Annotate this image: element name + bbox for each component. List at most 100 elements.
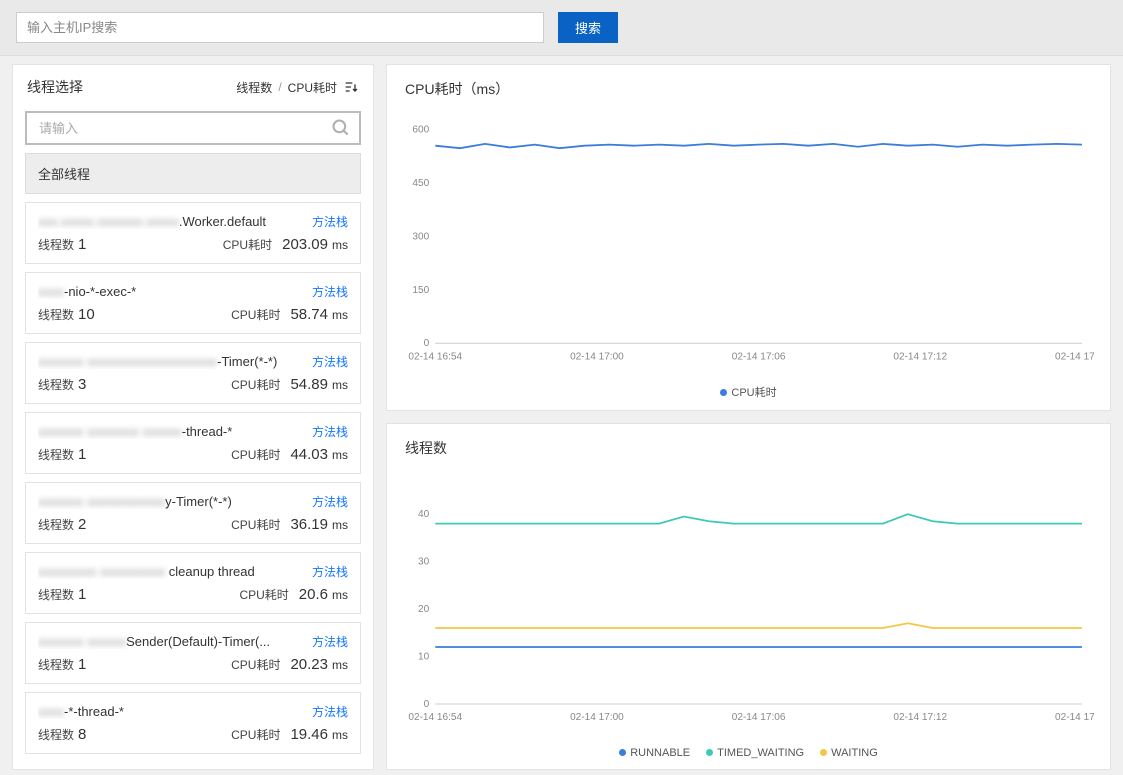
legend-item[interactable]: CPU耗时 xyxy=(720,384,776,400)
all-threads-item[interactable]: 全部线程 xyxy=(25,153,361,194)
thread-card[interactable]: xxxxxxx xxxxxxxxxxxxxxxxxxxx-Timer(*-*) 方… xyxy=(25,342,361,404)
thread-name: xxxx-nio-*-exec-* xyxy=(38,284,306,299)
cpu-time-value: 36.19 xyxy=(290,516,328,533)
cpu-time-value: 20.23 xyxy=(290,656,328,673)
legend-item[interactable]: TIMED_WAITING xyxy=(706,747,804,759)
cpu-time-label: CPU耗时 xyxy=(231,446,280,463)
cpu-unit: ms xyxy=(332,518,348,532)
cpu-time-value: 203.09 xyxy=(282,236,328,253)
thread-filter-input[interactable] xyxy=(25,111,361,145)
thread-count-label: 线程数 xyxy=(38,726,74,743)
svg-text:600: 600 xyxy=(412,125,429,136)
cpu-time-label: CPU耗时 xyxy=(231,306,280,323)
method-stack-link[interactable]: 方法栈 xyxy=(312,563,348,580)
tab-thread-count[interactable]: 线程数 xyxy=(236,79,272,96)
thread-count-label: 线程数 xyxy=(38,376,74,393)
svg-text:02-14 17:00: 02-14 17:00 xyxy=(570,351,624,362)
thread-count-value: 2 xyxy=(78,516,86,533)
method-stack-link[interactable]: 方法栈 xyxy=(312,493,348,510)
thread-card[interactable]: xxxxxxx xxxxxxxx xxxxxx-thread-* 方法栈线程数1 C… xyxy=(25,412,361,474)
host-ip-search-input[interactable] xyxy=(16,12,544,43)
svg-text:02-14 17:06: 02-14 17:06 xyxy=(732,712,786,723)
tab-cpu-time[interactable]: CPU耗时 xyxy=(288,79,337,96)
thread-count-value: 1 xyxy=(78,236,86,253)
thread-name: xxxxxxxxx xxxxxxxxxx cleanup thread xyxy=(38,564,306,579)
cpu-time-value: 58.74 xyxy=(290,306,328,323)
thread-name: xxxxxxx xxxxxxSender(Default)-Timer(... xyxy=(38,634,306,649)
svg-text:450: 450 xyxy=(412,178,429,189)
svg-text:02-14 16:54: 02-14 16:54 xyxy=(408,351,462,362)
sort-icon[interactable] xyxy=(343,79,359,95)
thread-count-value: 8 xyxy=(78,726,86,743)
svg-text:02-14 17:00: 02-14 17:00 xyxy=(570,712,624,723)
thread-count-value: 1 xyxy=(78,586,86,603)
cpu-unit: ms xyxy=(332,378,348,392)
cpu-time-label: CPU耗时 xyxy=(231,376,280,393)
svg-text:10: 10 xyxy=(418,652,430,663)
svg-text:0: 0 xyxy=(424,699,430,710)
method-stack-link[interactable]: 方法栈 xyxy=(312,283,348,300)
search-button[interactable]: 搜索 xyxy=(558,12,618,43)
legend-item[interactable]: RUNNABLE xyxy=(619,747,690,759)
svg-text:150: 150 xyxy=(412,285,429,296)
svg-text:02-14 17:12: 02-14 17:12 xyxy=(893,351,947,362)
thread-card[interactable]: xxxxxxxxx xxxxxxxxxx cleanup thread 方法栈线程… xyxy=(25,552,361,614)
svg-text:300: 300 xyxy=(412,231,429,242)
thread-name: xxxx-*-thread-* xyxy=(38,704,306,719)
cpu-time-value: 19.46 xyxy=(290,726,328,743)
cpu-time-label: CPU耗时 xyxy=(231,656,280,673)
cpu-chart-title: CPU耗时（ms） xyxy=(387,65,1110,105)
thread-count-label: 线程数 xyxy=(38,586,74,603)
thread-card[interactable]: xxx.xxxxx.xxxxxxx.xxxxx.Worker.default 方法… xyxy=(25,202,361,264)
thread-count-label: 线程数 xyxy=(38,516,74,533)
cpu-unit: ms xyxy=(332,658,348,672)
thread-count-value: 10 xyxy=(78,306,95,323)
cpu-time-value: 44.03 xyxy=(290,446,328,463)
svg-text:40: 40 xyxy=(418,509,430,520)
thread-name: xxxxxxx xxxxxxxx xxxxxx-thread-* xyxy=(38,424,306,439)
legend-item[interactable]: WAITING xyxy=(820,747,878,759)
thread-count-label: 线程数 xyxy=(38,656,74,673)
thread-count-value: 1 xyxy=(78,446,86,463)
cpu-unit: ms xyxy=(332,728,348,742)
thread-card[interactable]: xxxxxxx xxxxxxSender(Default)-Timer(... 方… xyxy=(25,622,361,684)
cpu-time-label: CPU耗时 xyxy=(223,236,272,253)
svg-text:30: 30 xyxy=(418,557,430,568)
thread-count-label: 线程数 xyxy=(38,236,74,253)
thread-count-value: 1 xyxy=(78,656,86,673)
svg-text:02-14 17:18: 02-14 17:18 xyxy=(1055,712,1094,723)
cpu-time-value: 54.89 xyxy=(290,376,328,393)
cpu-time-label: CPU耗时 xyxy=(231,726,280,743)
thread-name: xxxxxxx xxxxxxxxxxxxy-Timer(*-*) xyxy=(38,494,306,509)
thread-card[interactable]: xxxx-nio-*-exec-* 方法栈线程数10 CPU耗时 58.74 ms xyxy=(25,272,361,334)
thread-name: xxx.xxxxx.xxxxxxx.xxxxx.Worker.default xyxy=(38,214,306,229)
tab-separator: / xyxy=(278,80,281,94)
cpu-time-value: 20.6 xyxy=(299,586,328,603)
cpu-unit: ms xyxy=(332,308,348,322)
method-stack-link[interactable]: 方法栈 xyxy=(312,703,348,720)
thread-chart-title: 线程数 xyxy=(387,424,1110,464)
cpu-time-label: CPU耗时 xyxy=(239,586,288,603)
svg-text:02-14 17:06: 02-14 17:06 xyxy=(732,351,786,362)
method-stack-link[interactable]: 方法栈 xyxy=(312,353,348,370)
svg-text:20: 20 xyxy=(418,604,430,615)
thread-count-label: 线程数 xyxy=(38,446,74,463)
method-stack-link[interactable]: 方法栈 xyxy=(312,633,348,650)
svg-text:02-14 17:12: 02-14 17:12 xyxy=(893,712,947,723)
svg-text:02-14 16:54: 02-14 16:54 xyxy=(408,712,462,723)
thread-card[interactable]: xxxx-*-thread-* 方法栈线程数8 CPU耗时 19.46 ms xyxy=(25,692,361,754)
svg-text:0: 0 xyxy=(424,338,430,349)
cpu-unit: ms xyxy=(332,588,348,602)
method-stack-link[interactable]: 方法栈 xyxy=(312,213,348,230)
thread-select-title: 线程选择 xyxy=(27,77,236,97)
thread-count-label: 线程数 xyxy=(38,306,74,323)
thread-name: xxxxxxx xxxxxxxxxxxxxxxxxxxx-Timer(*-*) xyxy=(38,354,306,369)
svg-text:02-14 17:18: 02-14 17:18 xyxy=(1055,351,1094,362)
thread-card[interactable]: xxxxxxx xxxxxxxxxxxxy-Timer(*-*) 方法栈线程数2 C… xyxy=(25,482,361,544)
thread-count-value: 3 xyxy=(78,376,86,393)
cpu-unit: ms xyxy=(332,448,348,462)
cpu-unit: ms xyxy=(332,238,348,252)
cpu-time-label: CPU耗时 xyxy=(231,516,280,533)
search-icon[interactable] xyxy=(331,118,351,138)
method-stack-link[interactable]: 方法栈 xyxy=(312,423,348,440)
